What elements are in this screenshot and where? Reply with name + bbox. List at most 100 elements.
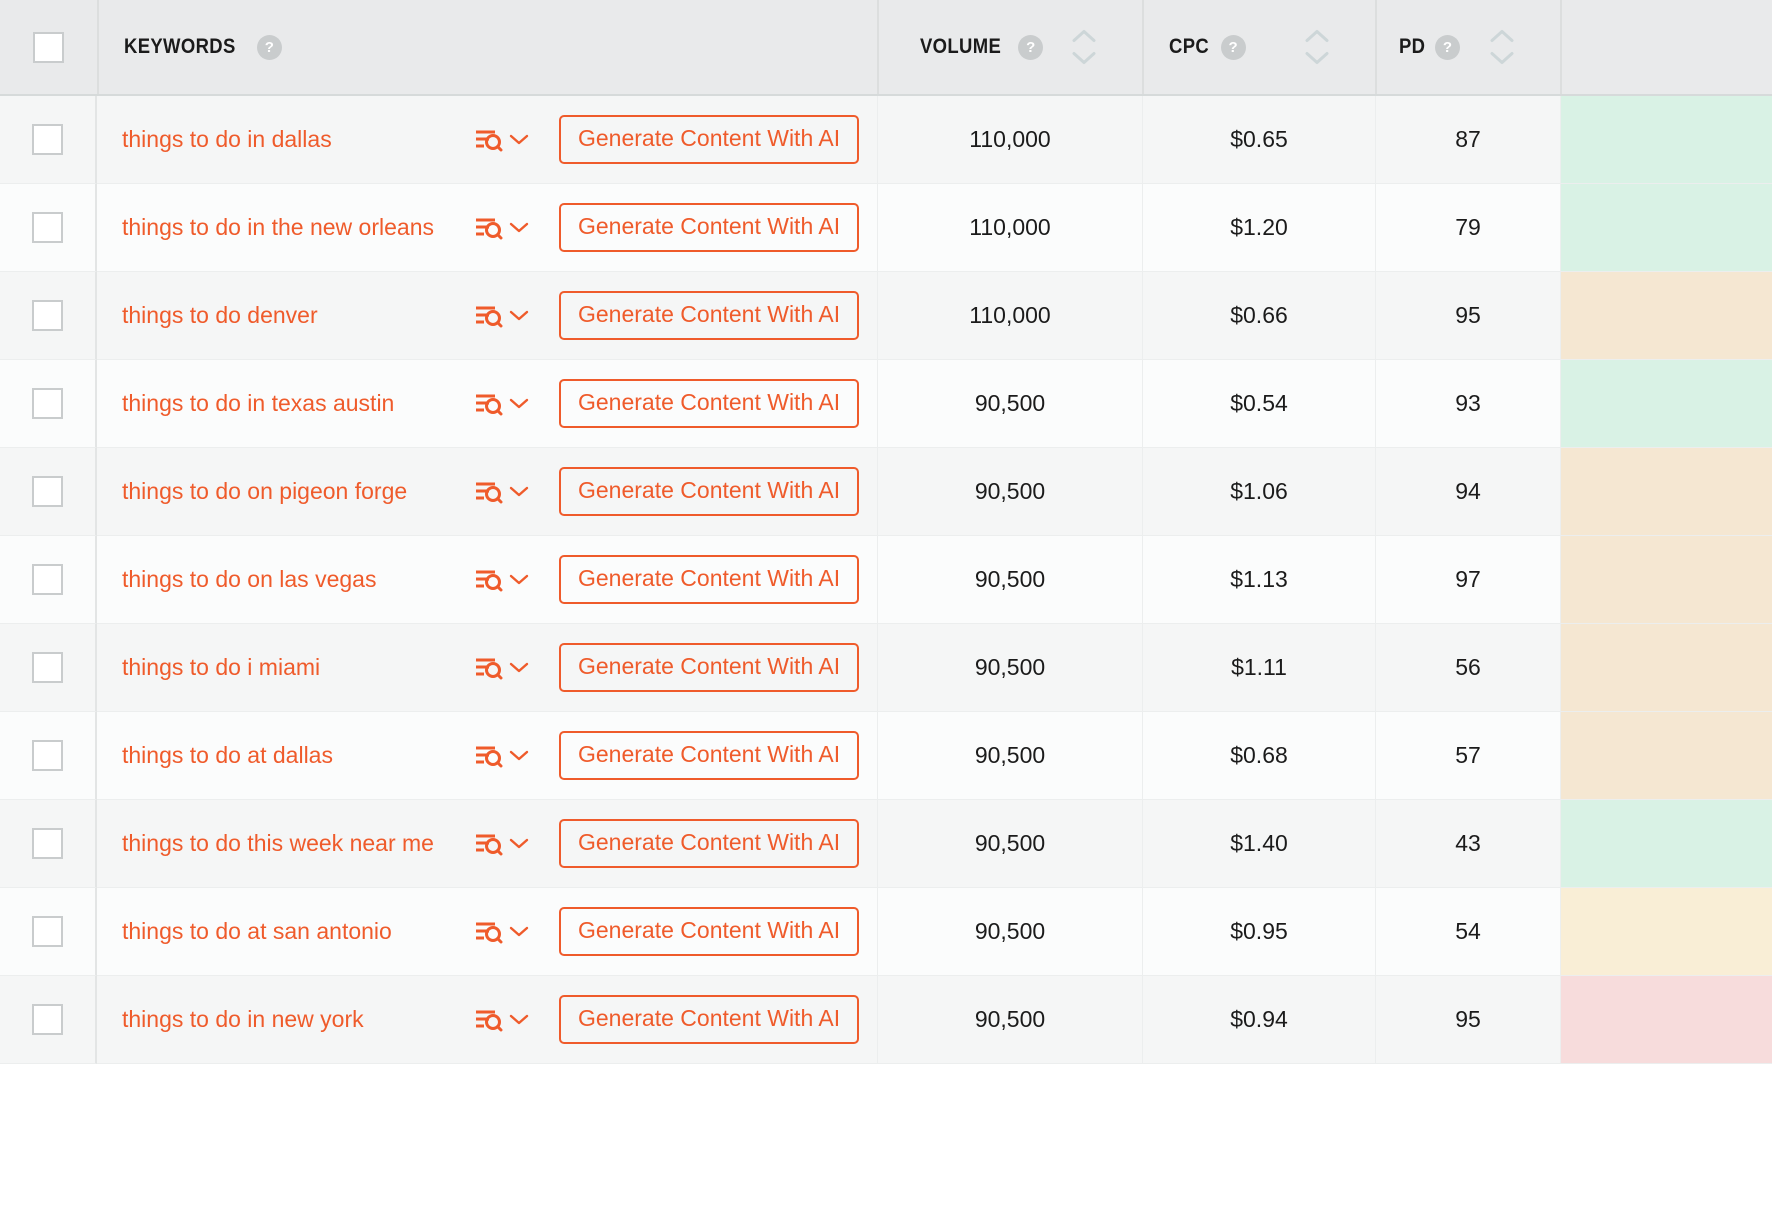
- row-checkbox[interactable]: [32, 916, 63, 947]
- row-select-cell: [0, 888, 97, 976]
- row-checkbox[interactable]: [32, 124, 63, 155]
- keyword-analysis-button[interactable]: [473, 301, 529, 331]
- table-row: things to do in new york Generate Conten…: [0, 976, 1772, 1064]
- row-keyword-cell: things to do in texas austin Generate Co…: [97, 360, 877, 448]
- sort-volume-control[interactable]: [1070, 29, 1098, 66]
- row-checkbox[interactable]: [32, 652, 63, 683]
- generate-content-with-ai-button[interactable]: Generate Content With AI: [559, 907, 860, 956]
- cpc-value: $0.65: [1230, 126, 1288, 152]
- row-cpc-cell: $0.65: [1142, 96, 1375, 184]
- row-checkbox[interactable]: [32, 388, 63, 419]
- keyword-analysis-button[interactable]: [473, 125, 529, 155]
- row-checkbox[interactable]: [32, 300, 63, 331]
- keyword-research-table: KEYWORDS ? VOLUME ? CPC ? PD ? things to…: [0, 0, 1772, 1208]
- help-icon[interactable]: ?: [256, 34, 282, 60]
- row-checkbox[interactable]: [32, 1004, 63, 1035]
- row-checkbox[interactable]: [32, 212, 63, 243]
- row-volume-cell: 90,500: [877, 624, 1142, 712]
- row-keyword-cell: things to do in dallas Generate Content …: [97, 96, 877, 184]
- generate-content-with-ai-button[interactable]: Generate Content With AI: [559, 555, 860, 604]
- row-checkbox[interactable]: [32, 740, 63, 771]
- generate-content-with-ai-button[interactable]: Generate Content With AI: [559, 643, 860, 692]
- cpc-value: $0.95: [1230, 918, 1288, 944]
- pd-value: 93: [1455, 390, 1481, 416]
- sort-pd-control[interactable]: [1488, 29, 1516, 66]
- pd-value: 43: [1455, 830, 1481, 856]
- chevron-down-icon: [509, 750, 529, 761]
- help-icon[interactable]: ?: [1434, 34, 1460, 60]
- keyword-link[interactable]: things to do denver: [122, 302, 467, 329]
- keyword-link[interactable]: things to do in the new orleans: [122, 214, 467, 241]
- generate-content-with-ai-button[interactable]: Generate Content With AI: [559, 291, 860, 340]
- row-cpc-cell: $1.06: [1142, 448, 1375, 536]
- keyword-link[interactable]: things to do at san antonio: [122, 918, 467, 945]
- row-next-column-cell: [1560, 888, 1772, 976]
- table-row: things to do this week near me Generate …: [0, 800, 1772, 888]
- row-checkbox[interactable]: [32, 564, 63, 595]
- keyword-analysis-button[interactable]: [473, 389, 529, 419]
- help-icon[interactable]: ?: [1018, 34, 1044, 60]
- row-volume-cell: 110,000: [877, 272, 1142, 360]
- pd-value: 94: [1455, 478, 1481, 504]
- help-icon[interactable]: ?: [1220, 34, 1246, 60]
- keyword-analysis-button[interactable]: [473, 213, 529, 243]
- keyword-link[interactable]: things to do on las vegas: [122, 566, 467, 593]
- row-pd-cell: 54: [1375, 888, 1560, 976]
- row-checkbox[interactable]: [32, 476, 63, 507]
- row-next-column-cell: [1560, 800, 1772, 888]
- table-row: things to do in the new orleans Generate…: [0, 184, 1772, 272]
- sort-cpc-control[interactable]: [1303, 29, 1331, 66]
- keyword-analysis-button[interactable]: [473, 741, 529, 771]
- generate-content-with-ai-button[interactable]: Generate Content With AI: [559, 115, 860, 164]
- row-select-cell: [0, 976, 97, 1064]
- generate-content-with-ai-button[interactable]: Generate Content With AI: [559, 819, 860, 868]
- keyword-link[interactable]: things to do in new york: [122, 1006, 467, 1033]
- header-pd-cell: PD ?: [1375, 0, 1560, 94]
- row-pd-cell: 95: [1375, 272, 1560, 360]
- volume-value: 110,000: [969, 126, 1051, 152]
- chevron-down-icon: [1490, 52, 1514, 64]
- keyword-analysis-button[interactable]: [473, 1005, 529, 1035]
- pd-value: 79: [1455, 214, 1481, 240]
- keyword-analysis-button[interactable]: [473, 565, 529, 595]
- generate-content-with-ai-button[interactable]: Generate Content With AI: [559, 203, 860, 252]
- keyword-link[interactable]: things to do in dallas: [122, 126, 467, 153]
- volume-value: 90,500: [974, 390, 1046, 416]
- row-next-column-cell: [1560, 976, 1772, 1064]
- pd-value: 54: [1455, 918, 1481, 944]
- keyword-link[interactable]: things to do on pigeon forge: [122, 478, 467, 505]
- keyword-analysis-button[interactable]: [473, 917, 529, 947]
- row-select-cell: [0, 96, 97, 184]
- table-row: things to do on pigeon forge Generate Co…: [0, 448, 1772, 536]
- row-select-cell: [0, 712, 97, 800]
- keyword-link[interactable]: things to do i miami: [122, 654, 467, 681]
- cpc-value: $0.94: [1230, 1006, 1288, 1032]
- row-pd-cell: 56: [1375, 624, 1560, 712]
- row-pd-cell: 94: [1375, 448, 1560, 536]
- header-volume-label: VOLUME: [920, 35, 1002, 58]
- row-keyword-cell: things to do denver Generate Content Wit…: [97, 272, 877, 360]
- generate-content-with-ai-button[interactable]: Generate Content With AI: [559, 467, 860, 516]
- row-checkbox[interactable]: [32, 828, 63, 859]
- row-keyword-cell: things to do on las vegas Generate Conte…: [97, 536, 877, 624]
- chevron-down-icon: [509, 398, 529, 409]
- keyword-analysis-icon: [476, 570, 503, 591]
- keyword-link[interactable]: things to do at dallas: [122, 742, 467, 769]
- row-pd-cell: 43: [1375, 800, 1560, 888]
- row-next-column-cell: [1560, 360, 1772, 448]
- header-keywords-label: KEYWORDS: [124, 35, 236, 58]
- header-volume-cell: VOLUME ?: [877, 0, 1142, 94]
- row-next-column-cell: [1560, 712, 1772, 800]
- chevron-down-icon: [509, 574, 529, 585]
- keyword-analysis-button[interactable]: [473, 829, 529, 859]
- pd-value: 56: [1455, 654, 1481, 680]
- row-select-cell: [0, 272, 97, 360]
- generate-content-with-ai-button[interactable]: Generate Content With AI: [559, 731, 860, 780]
- keyword-analysis-button[interactable]: [473, 477, 529, 507]
- select-all-checkbox[interactable]: [33, 31, 64, 63]
- keyword-analysis-button[interactable]: [473, 653, 529, 683]
- generate-content-with-ai-button[interactable]: Generate Content With AI: [559, 379, 860, 428]
- keyword-link[interactable]: things to do in texas austin: [122, 390, 467, 417]
- keyword-link[interactable]: things to do this week near me: [122, 830, 467, 857]
- generate-content-with-ai-button[interactable]: Generate Content With AI: [559, 995, 860, 1044]
